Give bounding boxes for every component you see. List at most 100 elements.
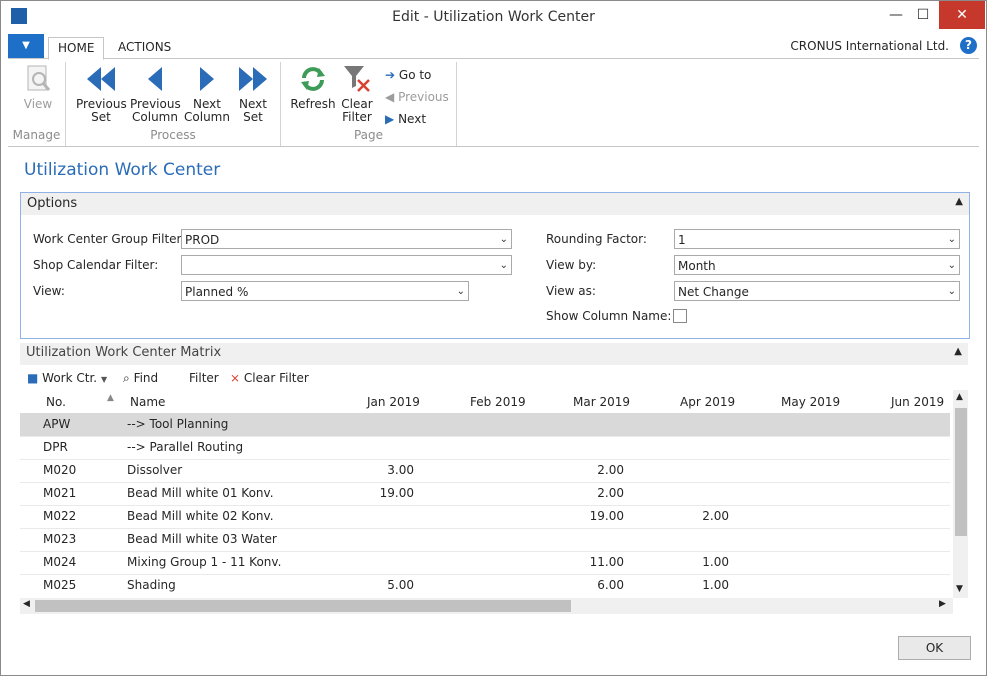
cell-mar: 6.00 <box>597 578 624 592</box>
cell-no: M022 <box>43 509 77 523</box>
next-button[interactable]: ▶ Next <box>385 112 426 126</box>
sort-ascending-icon: ▲ <box>107 393 114 403</box>
column-header-name[interactable]: Name <box>130 395 165 409</box>
next-column-button[interactable]: Next Column <box>183 64 231 124</box>
table-row[interactable]: M023 Bead Mill white 03 Water <box>20 528 950 552</box>
previous-set-button[interactable]: Previous Set <box>76 64 127 124</box>
group-label-manage: Manage <box>12 128 61 142</box>
horizontal-scroll-thumb[interactable] <box>35 600 571 612</box>
refresh-icon <box>297 64 329 94</box>
cell-no: APW <box>43 417 71 431</box>
table-row[interactable]: M024 Mixing Group 1 - 11 Konv. 11.00 1.0… <box>20 551 950 575</box>
column-header-jun[interactable]: Jun 2019 <box>891 395 944 409</box>
ok-button[interactable]: OK <box>898 636 971 660</box>
rounding-field[interactable]: 1 ⌄ <box>674 229 960 249</box>
chevron-down-icon: ▼ <box>100 375 108 384</box>
cell-jan: 3.00 <box>387 463 414 477</box>
table-row[interactable]: M025 Shading 5.00 6.00 1.00 <box>20 574 950 597</box>
column-header-feb[interactable]: Feb 2019 <box>470 395 526 409</box>
group-page: Refresh Clear Filter ➔ Go to ◀ Previous … <box>281 62 457 146</box>
chevron-down-icon: ⌄ <box>456 286 465 297</box>
close-button[interactable]: ✕ <box>939 1 985 29</box>
maximize-button[interactable]: ☐ <box>906 1 940 29</box>
clear-filter-toolbar-button[interactable]: ⨯ Clear Filter <box>230 371 309 385</box>
binoculars-icon: ⌕ <box>123 371 130 385</box>
options-header[interactable]: Options ▲ <box>21 193 969 215</box>
cell-jan: 19.00 <box>379 486 414 500</box>
chevron-down-icon: ⌄ <box>499 260 508 271</box>
file-menu-button[interactable]: ▼ <box>8 34 44 58</box>
table-row[interactable]: M021 Bead Mill white 01 Konv. 19.00 2.00 <box>20 482 950 506</box>
refresh-button[interactable]: Refresh <box>289 64 337 111</box>
cell-apr: 1.00 <box>702 578 729 592</box>
filter-button[interactable]: Filter <box>189 371 219 385</box>
cell-mar: 2.00 <box>597 486 624 500</box>
title-bar: Edit - Utilization Work Center — ☐ ✕ <box>1 1 986 33</box>
page-title: Utilization Work Center <box>24 160 221 180</box>
table-row[interactable]: M020 Dissolver 3.00 2.00 <box>20 459 950 483</box>
column-header-mar[interactable]: Mar 2019 <box>573 395 630 409</box>
left-arrow-icon <box>139 64 171 94</box>
column-header-apr[interactable]: Apr 2019 <box>680 395 735 409</box>
view-as-field[interactable]: Net Change ⌄ <box>674 281 960 301</box>
cell-name: Bead Mill white 03 Water <box>127 532 277 546</box>
previous-arrow-icon: ◀ <box>385 90 395 104</box>
find-button[interactable]: ⌕ Find <box>123 371 158 386</box>
view-as-label: View as: <box>546 284 596 298</box>
vertical-scrollbar[interactable]: ▲ ▼ <box>953 390 968 598</box>
cell-apr: 2.00 <box>702 509 729 523</box>
goto-button[interactable]: ➔ Go to <box>385 68 431 82</box>
scroll-down-icon[interactable]: ▼ <box>956 584 963 594</box>
table-row[interactable]: DPR --> Parallel Routing <box>20 436 950 460</box>
tab-actions[interactable]: ACTIONS <box>109 37 180 58</box>
options-section: Options ▲ Work Center Group Filter: PROD… <box>20 192 970 339</box>
help-icon[interactable]: ? <box>960 37 977 54</box>
window: Edit - Utilization Work Center — ☐ ✕ ▼ H… <box>0 0 987 676</box>
scroll-left-icon[interactable]: ◀ <box>23 599 30 609</box>
show-column-name-label: Show Column Name: <box>546 309 672 323</box>
cell-mar: 11.00 <box>589 555 624 569</box>
window-title: Edit - Utilization Work Center <box>392 9 595 25</box>
show-column-name-checkbox[interactable] <box>673 309 687 323</box>
right-arrow-icon <box>191 64 223 94</box>
view-field[interactable]: Planned % ⌄ <box>181 281 469 301</box>
collapse-icon[interactable]: ▲ <box>955 196 963 207</box>
shop-calendar-field[interactable]: ⌄ <box>181 255 512 275</box>
column-header-no[interactable]: No. <box>46 395 66 409</box>
collapse-icon[interactable]: ▲ <box>954 346 962 357</box>
work-ctr-button[interactable]: ■ Work Ctr. ▼ <box>27 371 107 385</box>
next-arrow-icon: ▶ <box>385 112 395 126</box>
view-by-field[interactable]: Month ⌄ <box>674 255 960 275</box>
table-row[interactable]: APW --> Tool Planning <box>20 413 950 437</box>
chevron-down-icon: ⌄ <box>499 234 508 245</box>
matrix-header[interactable]: Utilization Work Center Matrix ▲ <box>20 343 968 365</box>
view-button[interactable]: View <box>18 64 58 111</box>
clear-filter-button[interactable]: Clear Filter <box>337 64 377 124</box>
double-right-arrow-icon <box>237 64 269 94</box>
next-set-button[interactable]: Next Set <box>233 64 273 124</box>
horizontal-scrollbar[interactable]: ◀ ▶ <box>20 598 953 614</box>
cell-no: M025 <box>43 578 77 592</box>
wc-group-field[interactable]: PROD ⌄ <box>181 229 512 249</box>
cell-no: M020 <box>43 463 77 477</box>
group-label-process: Process <box>150 128 196 142</box>
table-row[interactable]: M022 Bead Mill white 02 Konv. 19.00 2.00 <box>20 505 950 529</box>
cell-name: Mixing Group 1 - 11 Konv. <box>127 555 282 569</box>
vertical-scroll-thumb[interactable] <box>955 408 967 536</box>
column-header-jan[interactable]: Jan 2019 <box>367 395 420 409</box>
previous-button[interactable]: ◀ Previous <box>385 90 449 104</box>
cell-name: --> Tool Planning <box>127 417 229 431</box>
cell-mar: 19.00 <box>589 509 624 523</box>
chevron-down-icon: ⌄ <box>947 234 956 245</box>
rounding-label: Rounding Factor: <box>546 232 647 246</box>
view-icon <box>22 64 54 94</box>
shop-calendar-label: Shop Calendar Filter: <box>33 258 159 272</box>
company-name: CRONUS International Ltd. <box>790 39 949 53</box>
scroll-up-icon[interactable]: ▲ <box>956 392 963 402</box>
previous-column-button[interactable]: Previous Column <box>130 64 181 124</box>
scroll-right-icon[interactable]: ▶ <box>939 599 946 609</box>
clear-filter-icon <box>341 64 373 94</box>
ribbon-tabs: ▼ HOME ACTIONS CRONUS International Ltd.… <box>8 34 979 60</box>
column-header-may[interactable]: May 2019 <box>781 395 840 409</box>
tab-home[interactable]: HOME <box>48 37 105 60</box>
